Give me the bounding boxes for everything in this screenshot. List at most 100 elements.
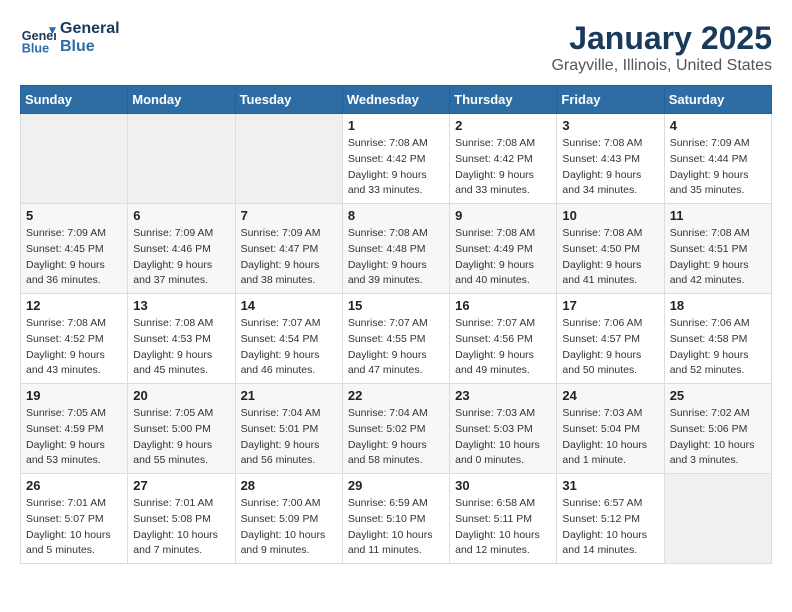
day-cell: 8Sunrise: 7:08 AM Sunset: 4:48 PM Daylig… bbox=[342, 204, 449, 294]
day-info: Sunrise: 7:04 AM Sunset: 5:02 PM Dayligh… bbox=[348, 406, 444, 469]
day-info: Sunrise: 7:09 AM Sunset: 4:46 PM Dayligh… bbox=[133, 226, 229, 289]
weekday-header-monday: Monday bbox=[128, 86, 235, 114]
day-info: Sunrise: 7:03 AM Sunset: 5:03 PM Dayligh… bbox=[455, 406, 551, 469]
day-cell: 1 Sunrise: 7:08 AM Sunset: 4:42 PM Daylig… bbox=[342, 114, 449, 204]
day-cell: 30 Sunrise: 6:58 AM Sunset: 5:11 PM Dayli… bbox=[450, 474, 557, 564]
day-cell: 9 Sunrise: 7:08 AM Sunset: 4:49 PM Daylig… bbox=[450, 204, 557, 294]
day-info: Sunrise: 7:01 AM Sunset: 5:07 PM Dayligh… bbox=[26, 496, 122, 559]
day-number: 6 bbox=[133, 208, 229, 223]
day-info: Sunrise: 7:09 AM Sunset: 4:45 PM Dayligh… bbox=[26, 226, 122, 289]
day-number: 13 bbox=[133, 298, 229, 313]
day-info: Sunrise: 7:08 AM Sunset: 4:50 PM Dayligh… bbox=[562, 226, 658, 289]
day-info: Sunrise: 7:08 AM Sunset: 4:42 PM Dayligh… bbox=[455, 136, 551, 199]
day-info: Sunrise: 7:07 AM Sunset: 4:54 PM Dayligh… bbox=[241, 316, 337, 379]
header: General Blue General Blue January 2025 G… bbox=[20, 20, 772, 75]
day-cell: 16 Sunrise: 7:07 AM Sunset: 4:56 PM Dayli… bbox=[450, 294, 557, 384]
calendar-title: January 2025 bbox=[551, 20, 772, 57]
weekday-header-thursday: Thursday bbox=[450, 86, 557, 114]
day-cell bbox=[128, 114, 235, 204]
logo: General Blue General Blue bbox=[20, 20, 120, 56]
day-info: Sunrise: 7:00 AM Sunset: 5:09 PM Dayligh… bbox=[241, 496, 337, 559]
day-number: 26 bbox=[26, 478, 122, 493]
day-info: Sunrise: 7:08 AM Sunset: 4:53 PM Dayligh… bbox=[133, 316, 229, 379]
day-number: 15 bbox=[348, 298, 444, 313]
day-number: 2 bbox=[455, 118, 551, 133]
day-cell: 4 Sunrise: 7:09 AM Sunset: 4:44 PM Daylig… bbox=[664, 114, 771, 204]
day-cell: 31 Sunrise: 6:57 AM Sunset: 5:12 PM Dayli… bbox=[557, 474, 664, 564]
day-number: 5 bbox=[26, 208, 122, 223]
day-cell: 6 Sunrise: 7:09 AM Sunset: 4:46 PM Daylig… bbox=[128, 204, 235, 294]
day-cell: 20Sunrise: 7:05 AM Sunset: 5:00 PM Dayli… bbox=[128, 384, 235, 474]
logo-icon: General Blue bbox=[20, 20, 56, 56]
day-cell bbox=[664, 474, 771, 564]
day-cell: 15 Sunrise: 7:07 AM Sunset: 4:55 PM Dayli… bbox=[342, 294, 449, 384]
day-number: 21 bbox=[241, 388, 337, 403]
day-cell: 17Sunrise: 7:06 AM Sunset: 4:57 PM Dayli… bbox=[557, 294, 664, 384]
day-cell: 10 Sunrise: 7:08 AM Sunset: 4:50 PM Dayli… bbox=[557, 204, 664, 294]
day-cell: 11Sunrise: 7:08 AM Sunset: 4:51 PM Dayli… bbox=[664, 204, 771, 294]
weekday-header-wednesday: Wednesday bbox=[342, 86, 449, 114]
day-number: 27 bbox=[133, 478, 229, 493]
day-info: Sunrise: 7:08 AM Sunset: 4:48 PM Dayligh… bbox=[348, 226, 444, 289]
week-row-2: 5 Sunrise: 7:09 AM Sunset: 4:45 PM Daylig… bbox=[21, 204, 772, 294]
day-info: Sunrise: 7:08 AM Sunset: 4:49 PM Dayligh… bbox=[455, 226, 551, 289]
week-row-1: 1 Sunrise: 7:08 AM Sunset: 4:42 PM Daylig… bbox=[21, 114, 772, 204]
day-cell: 2 Sunrise: 7:08 AM Sunset: 4:42 PM Daylig… bbox=[450, 114, 557, 204]
day-number: 20 bbox=[133, 388, 229, 403]
day-number: 7 bbox=[241, 208, 337, 223]
day-info: Sunrise: 7:06 AM Sunset: 4:58 PM Dayligh… bbox=[670, 316, 766, 379]
day-number: 4 bbox=[670, 118, 766, 133]
weekday-header-row: SundayMondayTuesdayWednesdayThursdayFrid… bbox=[21, 86, 772, 114]
day-info: Sunrise: 7:08 AM Sunset: 4:43 PM Dayligh… bbox=[562, 136, 658, 199]
day-number: 25 bbox=[670, 388, 766, 403]
day-number: 16 bbox=[455, 298, 551, 313]
day-info: Sunrise: 6:58 AM Sunset: 5:11 PM Dayligh… bbox=[455, 496, 551, 559]
day-info: Sunrise: 6:59 AM Sunset: 5:10 PM Dayligh… bbox=[348, 496, 444, 559]
weekday-header-friday: Friday bbox=[557, 86, 664, 114]
day-number: 30 bbox=[455, 478, 551, 493]
day-number: 1 bbox=[348, 118, 444, 133]
day-number: 29 bbox=[348, 478, 444, 493]
day-cell bbox=[235, 114, 342, 204]
day-info: Sunrise: 7:02 AM Sunset: 5:06 PM Dayligh… bbox=[670, 406, 766, 469]
calendar-subtitle: Grayville, Illinois, United States bbox=[551, 57, 772, 75]
day-info: Sunrise: 7:09 AM Sunset: 4:44 PM Dayligh… bbox=[670, 136, 766, 199]
week-row-5: 26 Sunrise: 7:01 AM Sunset: 5:07 PM Dayli… bbox=[21, 474, 772, 564]
day-info: Sunrise: 7:07 AM Sunset: 4:56 PM Dayligh… bbox=[455, 316, 551, 379]
day-number: 31 bbox=[562, 478, 658, 493]
calendar-table: SundayMondayTuesdayWednesdayThursdayFrid… bbox=[20, 85, 772, 564]
day-cell: 7 Sunrise: 7:09 AM Sunset: 4:47 PM Daylig… bbox=[235, 204, 342, 294]
day-number: 9 bbox=[455, 208, 551, 223]
day-number: 18 bbox=[670, 298, 766, 313]
day-cell: 18 Sunrise: 7:06 AM Sunset: 4:58 PM Dayli… bbox=[664, 294, 771, 384]
day-cell: 19 Sunrise: 7:05 AM Sunset: 4:59 PM Dayli… bbox=[21, 384, 128, 474]
day-info: Sunrise: 7:01 AM Sunset: 5:08 PM Dayligh… bbox=[133, 496, 229, 559]
day-cell: 3 Sunrise: 7:08 AM Sunset: 4:43 PM Daylig… bbox=[557, 114, 664, 204]
week-row-4: 19 Sunrise: 7:05 AM Sunset: 4:59 PM Dayli… bbox=[21, 384, 772, 474]
day-number: 28 bbox=[241, 478, 337, 493]
day-number: 17 bbox=[562, 298, 658, 313]
day-number: 19 bbox=[26, 388, 122, 403]
day-info: Sunrise: 7:05 AM Sunset: 4:59 PM Dayligh… bbox=[26, 406, 122, 469]
day-info: Sunrise: 7:08 AM Sunset: 4:42 PM Dayligh… bbox=[348, 136, 444, 199]
day-info: Sunrise: 7:09 AM Sunset: 4:47 PM Dayligh… bbox=[241, 226, 337, 289]
day-info: Sunrise: 7:08 AM Sunset: 4:51 PM Dayligh… bbox=[670, 226, 766, 289]
day-cell: 25 Sunrise: 7:02 AM Sunset: 5:06 PM Dayli… bbox=[664, 384, 771, 474]
day-number: 3 bbox=[562, 118, 658, 133]
day-number: 10 bbox=[562, 208, 658, 223]
day-number: 12 bbox=[26, 298, 122, 313]
weekday-header-tuesday: Tuesday bbox=[235, 86, 342, 114]
day-info: Sunrise: 7:07 AM Sunset: 4:55 PM Dayligh… bbox=[348, 316, 444, 379]
day-number: 14 bbox=[241, 298, 337, 313]
day-cell: 23 Sunrise: 7:03 AM Sunset: 5:03 PM Dayli… bbox=[450, 384, 557, 474]
weekday-header-sunday: Sunday bbox=[21, 86, 128, 114]
weekday-header-saturday: Saturday bbox=[664, 86, 771, 114]
day-number: 24 bbox=[562, 388, 658, 403]
day-cell: 26 Sunrise: 7:01 AM Sunset: 5:07 PM Dayli… bbox=[21, 474, 128, 564]
day-cell: 14 Sunrise: 7:07 AM Sunset: 4:54 PM Dayli… bbox=[235, 294, 342, 384]
logo-text: General Blue bbox=[60, 20, 120, 55]
day-number: 23 bbox=[455, 388, 551, 403]
day-cell: 12Sunrise: 7:08 AM Sunset: 4:52 PM Dayli… bbox=[21, 294, 128, 384]
day-info: Sunrise: 6:57 AM Sunset: 5:12 PM Dayligh… bbox=[562, 496, 658, 559]
day-cell: 21Sunrise: 7:04 AM Sunset: 5:01 PM Dayli… bbox=[235, 384, 342, 474]
